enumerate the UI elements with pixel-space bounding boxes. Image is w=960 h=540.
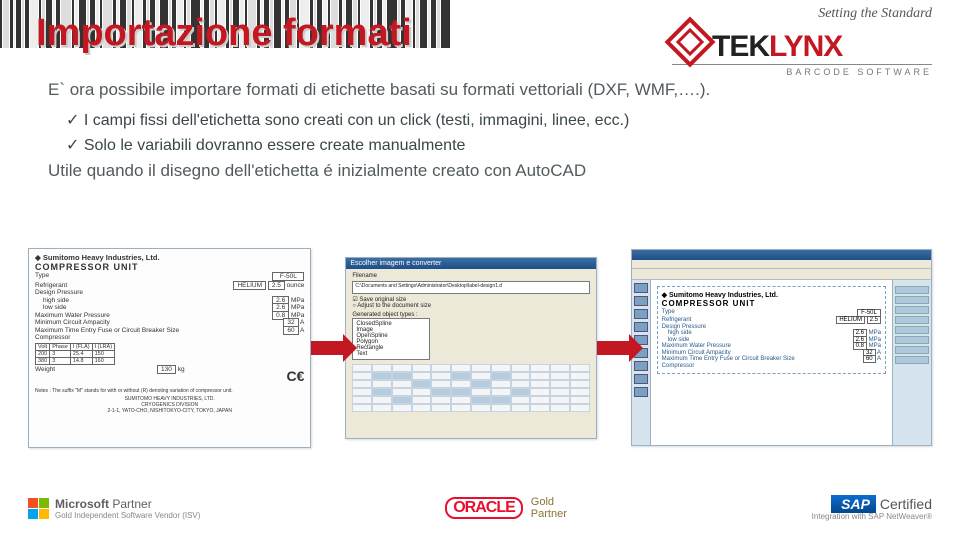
figure-row: ◆ Sumitomo Heavy Industries, Ltd. COMPRE… [28,240,932,455]
logo-subtitle: BARCODE SOFTWARE [672,64,932,77]
compressor-table: VoltPhaseI (FLA)I (LRA) 200325.4150 3803… [35,343,115,365]
left-toolbox [632,280,651,445]
filename-input[interactable]: C:\Documents and Settings\Administrator\… [352,281,589,294]
arrow-icon [311,341,345,355]
bullet-2: Solo le variabili dovranno essere create… [66,134,868,157]
editor-canvas[interactable]: ◆ Sumitomo Heavy Industries, Ltd. COMPRE… [651,280,892,445]
adjust-size-radio[interactable]: Adjust to the document size [352,303,589,309]
microsoft-partner-badge: Microsoft Microsoft PartnerPartner Gold … [28,497,200,520]
logo-brand: TEKLYNX [672,24,932,60]
spec-sheet-figure: ◆ Sumitomo Heavy Industries, Ltd. COMPRE… [28,248,311,448]
util-text: Utile quando il disegno dell'etichetta é… [48,159,868,184]
app-menubar [632,260,931,269]
preview-grid [352,364,589,412]
right-panel [892,280,931,445]
sap-certified-badge: SAP Certified Integration with SAP NetWe… [812,496,932,521]
oracle-partner-badge: ORACLE GoldPartner [445,496,567,520]
slide-body: E` ora possibile importare formati di et… [48,78,868,190]
microsoft-logo-icon [28,498,49,519]
diamond-icon [665,17,716,68]
dialog-titlebar: Escolher imagem e converter [346,258,595,269]
logo-tagline: Setting the Standard [672,6,932,22]
intro-text: E` ora possibile importare formati di et… [48,78,868,103]
slide-title: Importazione formati [36,12,412,55]
label-preview: ◆ Sumitomo Heavy Industries, Ltd. COMPRE… [657,286,886,374]
footer-partners: Microsoft Microsoft PartnerPartner Gold … [0,482,960,534]
arrow-icon [597,341,631,355]
import-dialog-figure: Escolher imagem e converter Filename C:\… [345,257,596,439]
app-toolbar [632,269,931,280]
label-editor-figure: ◆ Sumitomo Heavy Industries, Ltd. COMPRE… [631,249,932,446]
save-original-checkbox[interactable]: Save original size [352,296,589,303]
bullet-1: I campi fissi dell'etichetta sono creati… [66,109,868,132]
app-titlebar [632,250,931,260]
teklynx-logo: Setting the Standard TEKLYNX BARCODE SOF… [672,6,932,77]
